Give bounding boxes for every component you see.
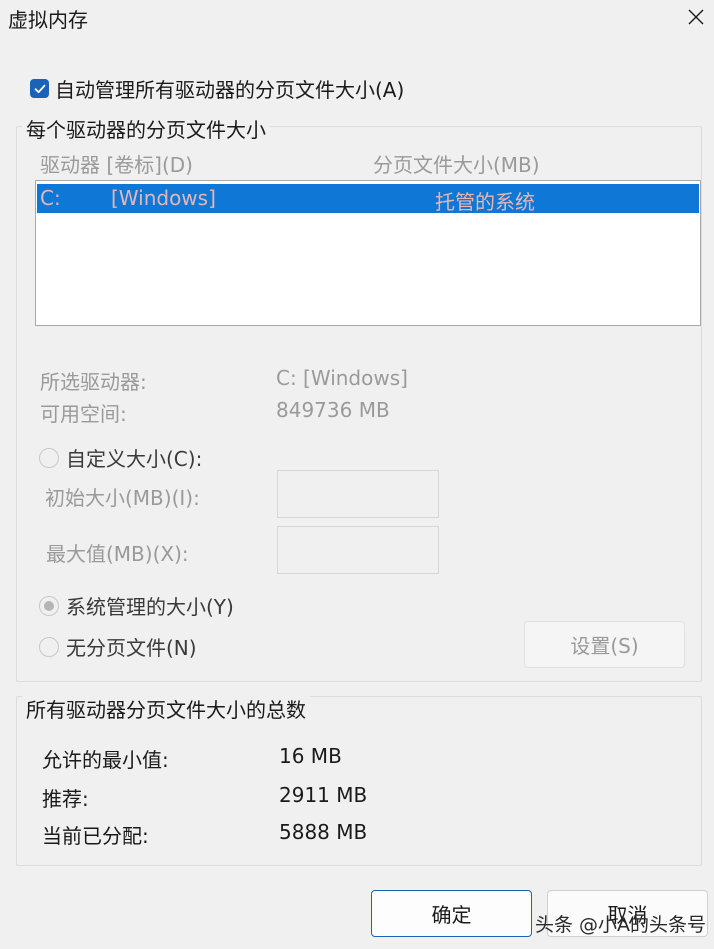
max-size-label: 最大值(MB)(X): [46,542,189,566]
column-header-size: 分页文件大小(MB) [373,153,540,177]
custom-size-radio[interactable] [39,447,59,468]
system-managed-radio-row[interactable]: 系统管理的大小(Y) [39,591,234,620]
free-space-value: 849736 MB [276,398,390,422]
recommended-label: 推荐: [42,787,89,811]
drive-label: [Windows] [111,186,216,210]
checkmark-icon [34,84,45,93]
max-size-input[interactable] [277,526,439,574]
selected-drive-value: C: [Windows] [276,366,408,390]
drive-row-selected[interactable]: C: [Windows] 托管的系统 [37,184,699,214]
drive-size: 托管的系统 [435,190,535,214]
watermark: 头条 @小A的头条号 [535,914,707,936]
drive-listbox[interactable]: C: [Windows] 托管的系统 [35,180,701,326]
recommended-value: 2911 MB [279,783,368,807]
initial-size-input[interactable] [277,470,439,518]
no-paging-label: 无分页文件(N) [66,636,197,660]
no-paging-radio[interactable] [39,636,59,657]
auto-manage-label: 自动管理所有驱动器的分页文件大小(A) [55,78,405,102]
window-title: 虚拟内存 [8,8,88,32]
close-icon [688,9,704,25]
auto-manage-checkbox[interactable] [30,79,49,98]
close-button[interactable] [680,2,712,32]
auto-manage-checkbox-row[interactable]: 自动管理所有驱动器的分页文件大小(A) [30,74,404,103]
ok-button[interactable]: 确定 [371,890,532,937]
per-drive-legend: 每个驱动器的分页文件大小 [22,114,270,143]
totals-legend: 所有驱动器分页文件大小的总数 [22,694,310,723]
no-paging-radio-row[interactable]: 无分页文件(N) [39,632,197,661]
system-managed-label: 系统管理的大小(Y) [66,595,234,619]
selected-drive-label: 所选驱动器: [40,370,147,394]
current-label: 当前已分配: [42,824,149,848]
min-label: 允许的最小值: [42,748,169,772]
drive-letter: C: [40,186,61,210]
system-managed-radio[interactable] [39,595,59,616]
set-button[interactable]: 设置(S) [524,621,685,668]
current-value: 5888 MB [279,820,368,844]
column-header-drive: 驱动器 [卷标](D) [40,153,193,177]
custom-size-radio-row[interactable]: 自定义大小(C): [39,443,202,472]
free-space-label: 可用空间: [40,402,127,426]
initial-size-label: 初始大小(MB)(I): [45,486,200,510]
custom-size-label: 自定义大小(C): [66,447,203,471]
min-value: 16 MB [279,744,342,768]
